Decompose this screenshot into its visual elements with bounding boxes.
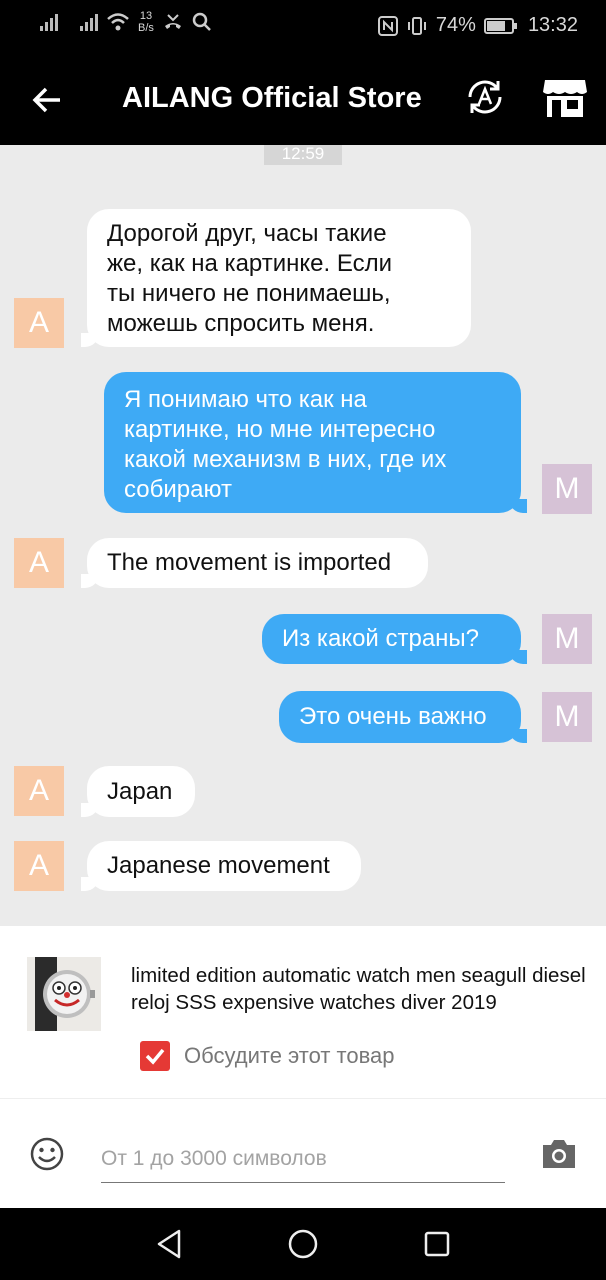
checkmark-icon xyxy=(145,1048,165,1065)
chat-timestamp: 12:59 xyxy=(264,145,342,165)
battery-percent: 74% xyxy=(435,14,476,36)
network-speed-unit: B/s xyxy=(138,22,154,34)
missed-call-icon xyxy=(164,14,181,29)
buyer-avatar[interactable]: M xyxy=(542,614,592,664)
nfc-icon xyxy=(377,15,398,36)
seller-avatar[interactable]: A xyxy=(14,538,64,588)
clock: 13:32 xyxy=(527,14,578,36)
status-bar: 13 B/s 74% 13:32 xyxy=(0,0,606,52)
store-icon[interactable] xyxy=(542,76,588,118)
recents-square-icon[interactable] xyxy=(419,1226,455,1262)
translate-icon[interactable] xyxy=(464,76,506,118)
message-text: Из какой страны? xyxy=(282,625,480,652)
message-input[interactable] xyxy=(101,1135,505,1183)
product-image[interactable] xyxy=(27,957,101,1031)
buyer-avatar[interactable]: M xyxy=(542,464,592,514)
message-text: Japanese movement xyxy=(107,852,330,879)
message-bubble-incoming: The movement is imported xyxy=(81,538,428,588)
camera-icon[interactable] xyxy=(540,1137,578,1171)
discuss-product-toggle[interactable]: Обсудите этот товар xyxy=(140,1041,395,1071)
message-bubble-incoming: Japan xyxy=(81,766,195,817)
signal-1-icon xyxy=(40,13,58,31)
product-title[interactable]: limited edition automatic watch men seag… xyxy=(131,962,591,1016)
message-text: The movement is imported xyxy=(107,549,392,576)
battery-icon xyxy=(483,17,517,34)
vibrate-icon xyxy=(407,16,426,35)
network-speed-value: 13 xyxy=(139,10,153,22)
system-navigation-bar xyxy=(0,1208,606,1280)
discuss-label: Обсудите этот товар xyxy=(184,1043,395,1068)
back-triangle-icon[interactable] xyxy=(151,1226,187,1262)
seller-avatar[interactable]: A xyxy=(14,298,64,348)
home-circle-icon[interactable] xyxy=(285,1226,321,1262)
page-title: AILANG Official Store xyxy=(122,82,422,114)
search-status-icon xyxy=(192,12,211,31)
message-bubble-outgoing: Я понимаю что как на картинке, но мне ин… xyxy=(104,372,527,513)
message-bubble-outgoing: Из какой страны? xyxy=(262,614,527,664)
network-speed: 13 B/s xyxy=(138,10,154,34)
message-text: Japan xyxy=(107,778,173,805)
message-text: Я понимаю что как на картинке, но мне ин… xyxy=(124,386,447,503)
discuss-checkbox[interactable] xyxy=(140,1041,170,1071)
signal-2-icon xyxy=(80,13,98,31)
back-arrow-icon[interactable] xyxy=(28,80,68,120)
product-card[interactable]: limited edition automatic watch men seag… xyxy=(0,926,606,1098)
seller-avatar[interactable]: A xyxy=(14,766,64,816)
message-bubble-incoming: Дорогой друг, часы такие же, как на карт… xyxy=(81,209,471,347)
emoji-icon[interactable] xyxy=(30,1137,64,1171)
message-text: Дорогой друг, часы такие же, как на карт… xyxy=(107,220,392,337)
buyer-avatar[interactable]: M xyxy=(542,692,592,742)
message-bubble-outgoing: Это очень важно xyxy=(279,691,527,743)
seller-avatar[interactable]: A xyxy=(14,841,64,891)
header-bar: AILANG Official Store xyxy=(0,52,606,145)
message-input-bar xyxy=(0,1098,606,1208)
message-bubble-incoming: Japanese movement xyxy=(81,841,361,891)
message-text: Это очень важно xyxy=(299,703,487,730)
wifi-icon xyxy=(107,13,129,31)
